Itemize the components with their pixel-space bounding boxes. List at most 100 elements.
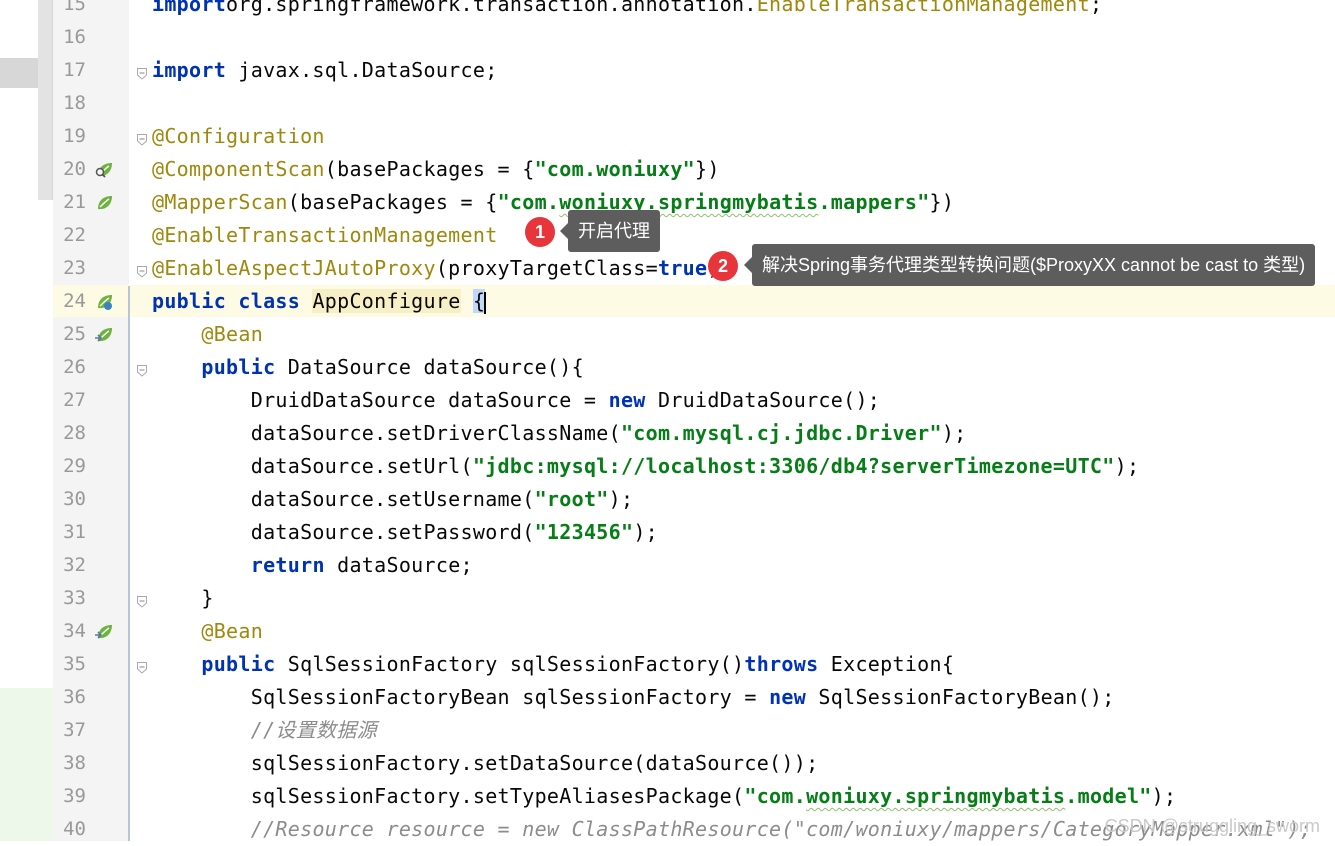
code-token: dataSource.setUrl( <box>152 454 473 478</box>
line-number[interactable]: 23 <box>53 252 86 285</box>
line-number[interactable]: 36 <box>53 681 86 714</box>
code-text[interactable]: return dataSource; <box>152 549 473 582</box>
code-text[interactable]: dataSource.setUrl("jdbc:mysql://localhos… <box>152 450 1139 483</box>
line-number[interactable]: 34 <box>53 615 86 648</box>
code-line[interactable]: 29 dataSource.setUrl("jdbc:mysql://local… <box>0 450 1335 483</box>
line-number[interactable]: 17 <box>53 54 86 87</box>
line-number[interactable]: 24 <box>53 285 86 318</box>
code-token: dataSource.setDriverClassName( <box>152 421 621 445</box>
code-line[interactable]: 17 import javax.sql.DataSource; <box>0 54 1335 87</box>
code-line[interactable]: 38 sqlSessionFactory.setDataSource(dataS… <box>0 747 1335 780</box>
code-line[interactable]: 36 SqlSessionFactoryBean sqlSessionFacto… <box>0 681 1335 714</box>
code-token: org.springframework.transaction.annotati… <box>226 0 757 16</box>
code-token: ; <box>1089 0 1103 16</box>
fold-marker-icon[interactable] <box>137 362 147 377</box>
line-number[interactable]: 22 <box>53 219 86 252</box>
line-number[interactable]: 16 <box>53 21 86 54</box>
code-text[interactable]: DruidDataSource dataSource = new DruidDa… <box>152 384 880 417</box>
fold-marker-icon[interactable] <box>137 131 147 146</box>
fold-marker-icon[interactable] <box>137 263 147 278</box>
code-line[interactable]: 30 dataSource.setUsername("root"); <box>0 483 1335 516</box>
code-line[interactable]: 31 dataSource.setPassword("123456"); <box>0 516 1335 549</box>
line-number[interactable]: 28 <box>53 417 86 450</box>
line-number[interactable]: 31 <box>53 516 86 549</box>
code-text[interactable]: sqlSessionFactory.setTypeAliasesPackage(… <box>152 780 1176 813</box>
code-text[interactable]: sqlSessionFactory.setDataSource(dataSour… <box>152 747 818 780</box>
line-number[interactable]: 20 <box>53 153 86 186</box>
code-token: sqlSessionFactory.setDataSource(dataSour… <box>152 751 819 775</box>
code-line[interactable]: 24 public class AppConfigure { <box>0 285 1335 318</box>
line-number[interactable]: 15 <box>53 0 86 21</box>
code-line[interactable]: 37 //设置数据源 <box>0 714 1335 747</box>
code-line[interactable]: 33 } <box>0 582 1335 615</box>
code-text[interactable]: import javax.sql.DataSource; <box>152 54 498 87</box>
line-number[interactable]: 30 <box>53 483 86 516</box>
code-text[interactable]: @MapperScan(basePackages = {"com.woniuxy… <box>152 186 954 219</box>
line-number[interactable]: 21 <box>53 186 86 219</box>
code-text[interactable]: importorg.springframework.transaction.an… <box>152 0 1102 21</box>
fold-marker-icon[interactable] <box>137 659 147 674</box>
line-number[interactable]: 32 <box>53 549 86 582</box>
line-number[interactable]: 38 <box>53 747 86 780</box>
spring-bean-navigate-icon[interactable] <box>94 622 114 642</box>
line-number[interactable]: 33 <box>53 582 86 615</box>
code-token: @EnableTransactionManagement <box>152 223 498 247</box>
code-line[interactable]: 39 sqlSessionFactory.setTypeAliasesPacka… <box>0 780 1335 813</box>
code-text[interactable]: dataSource.setUsername("root"); <box>152 483 633 516</box>
spring-config-icon[interactable] <box>94 292 114 312</box>
code-token: ); <box>633 520 658 544</box>
code-text[interactable]: //设置数据源 <box>152 714 377 747</box>
code-line[interactable]: 26 public DataSource dataSource(){ <box>0 351 1335 384</box>
line-number[interactable]: 19 <box>53 120 86 153</box>
annotation-tooltip-1: 开启代理 <box>560 210 660 252</box>
code-line[interactable]: 27 DruidDataSource dataSource = new Drui… <box>0 384 1335 417</box>
line-number[interactable]: 35 <box>53 648 86 681</box>
code-line[interactable]: 32 return dataSource; <box>0 549 1335 582</box>
line-number[interactable]: 26 <box>53 351 86 384</box>
code-line[interactable]: 15 importorg.springframework.transaction.… <box>0 0 1335 21</box>
code-token: SqlSessionFactoryBean(); <box>806 685 1115 709</box>
line-number[interactable]: 18 <box>53 87 86 120</box>
code-line[interactable]: 19 @Configuration <box>0 120 1335 153</box>
code-line[interactable]: 18 <box>0 87 1335 120</box>
line-number[interactable]: 29 <box>53 450 86 483</box>
code-text[interactable]: } <box>152 582 214 615</box>
code-line[interactable]: 25 @Bean <box>0 318 1335 351</box>
code-text[interactable]: public DataSource dataSource(){ <box>152 351 584 384</box>
fold-marker-icon[interactable] <box>137 593 147 608</box>
spring-search-bean-icon[interactable] <box>94 160 114 180</box>
code-text[interactable]: dataSource.setDriverClassName("com.mysql… <box>152 417 967 450</box>
code-text[interactable]: @EnableTransactionManagement <box>152 219 498 252</box>
code-text[interactable]: dataSource.setPassword("123456"); <box>152 516 658 549</box>
code-text[interactable]: @Bean <box>152 318 263 351</box>
code-token: sqlSessionFactory.setTypeAliasesPackage( <box>152 784 745 808</box>
line-number[interactable]: 40 <box>53 813 86 846</box>
spring-bean-icon[interactable] <box>94 193 114 213</box>
line-number[interactable]: 37 <box>53 714 86 747</box>
code-token: true <box>657 256 708 280</box>
spring-bean-navigate-icon[interactable] <box>94 325 114 345</box>
code-token: "com.mysql.cj.jdbc.Driver" <box>620 421 942 445</box>
code-text[interactable]: @Bean <box>152 615 263 648</box>
code-line[interactable]: 28 dataSource.setDriverClassName("com.my… <box>0 417 1335 450</box>
line-number[interactable]: 39 <box>53 780 86 813</box>
code-text[interactable]: @Configuration <box>152 120 325 153</box>
code-text[interactable]: @ComponentScan(basePackages = {"com.woni… <box>152 153 720 186</box>
fold-marker-icon[interactable] <box>137 65 147 80</box>
code-text[interactable]: public SqlSessionFactory sqlSessionFacto… <box>152 648 954 681</box>
code-text[interactable]: @EnableAspectJAutoProxy(proxyTargetClass… <box>152 252 720 285</box>
code-line[interactable]: 35 public SqlSessionFactory sqlSessionFa… <box>0 648 1335 681</box>
code-line[interactable]: 34 @Bean <box>0 615 1335 648</box>
code-token: DruidDataSource dataSource = <box>152 388 609 412</box>
line-number[interactable]: 27 <box>53 384 86 417</box>
code-text[interactable]: public class AppConfigure { <box>152 285 487 318</box>
code-line[interactable]: 21 @MapperScan(basePackages = {"com.woniu… <box>0 186 1335 219</box>
code-text[interactable]: SqlSessionFactoryBean sqlSessionFactory … <box>152 681 1115 714</box>
line-number[interactable]: 25 <box>53 318 86 351</box>
code-token: "com. <box>497 190 560 214</box>
code-line[interactable]: 16 <box>0 21 1335 54</box>
code-line[interactable]: 20 @ComponentScan(basePackages = {"com.wo… <box>0 153 1335 186</box>
